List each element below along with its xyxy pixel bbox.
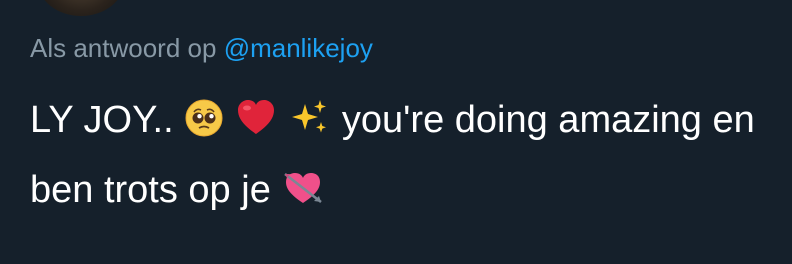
sparkles-icon (287, 94, 331, 158)
avatar[interactable] (38, 0, 124, 16)
heart-with-arrow-icon (281, 164, 325, 228)
divider (0, 260, 792, 264)
tweet-text-part-1: LY JOY.. (30, 99, 174, 141)
reply-context: Als antwoord op @manlikejoy (30, 33, 373, 64)
tweet-text: LY JOY.. you're doing amazing en ben tro… (30, 88, 770, 228)
reply-handle-link[interactable]: @manlikejoy (224, 33, 373, 63)
red-heart-icon (235, 94, 277, 158)
pleading-face-icon (184, 94, 224, 158)
reply-prefix: Als antwoord op (30, 33, 217, 63)
